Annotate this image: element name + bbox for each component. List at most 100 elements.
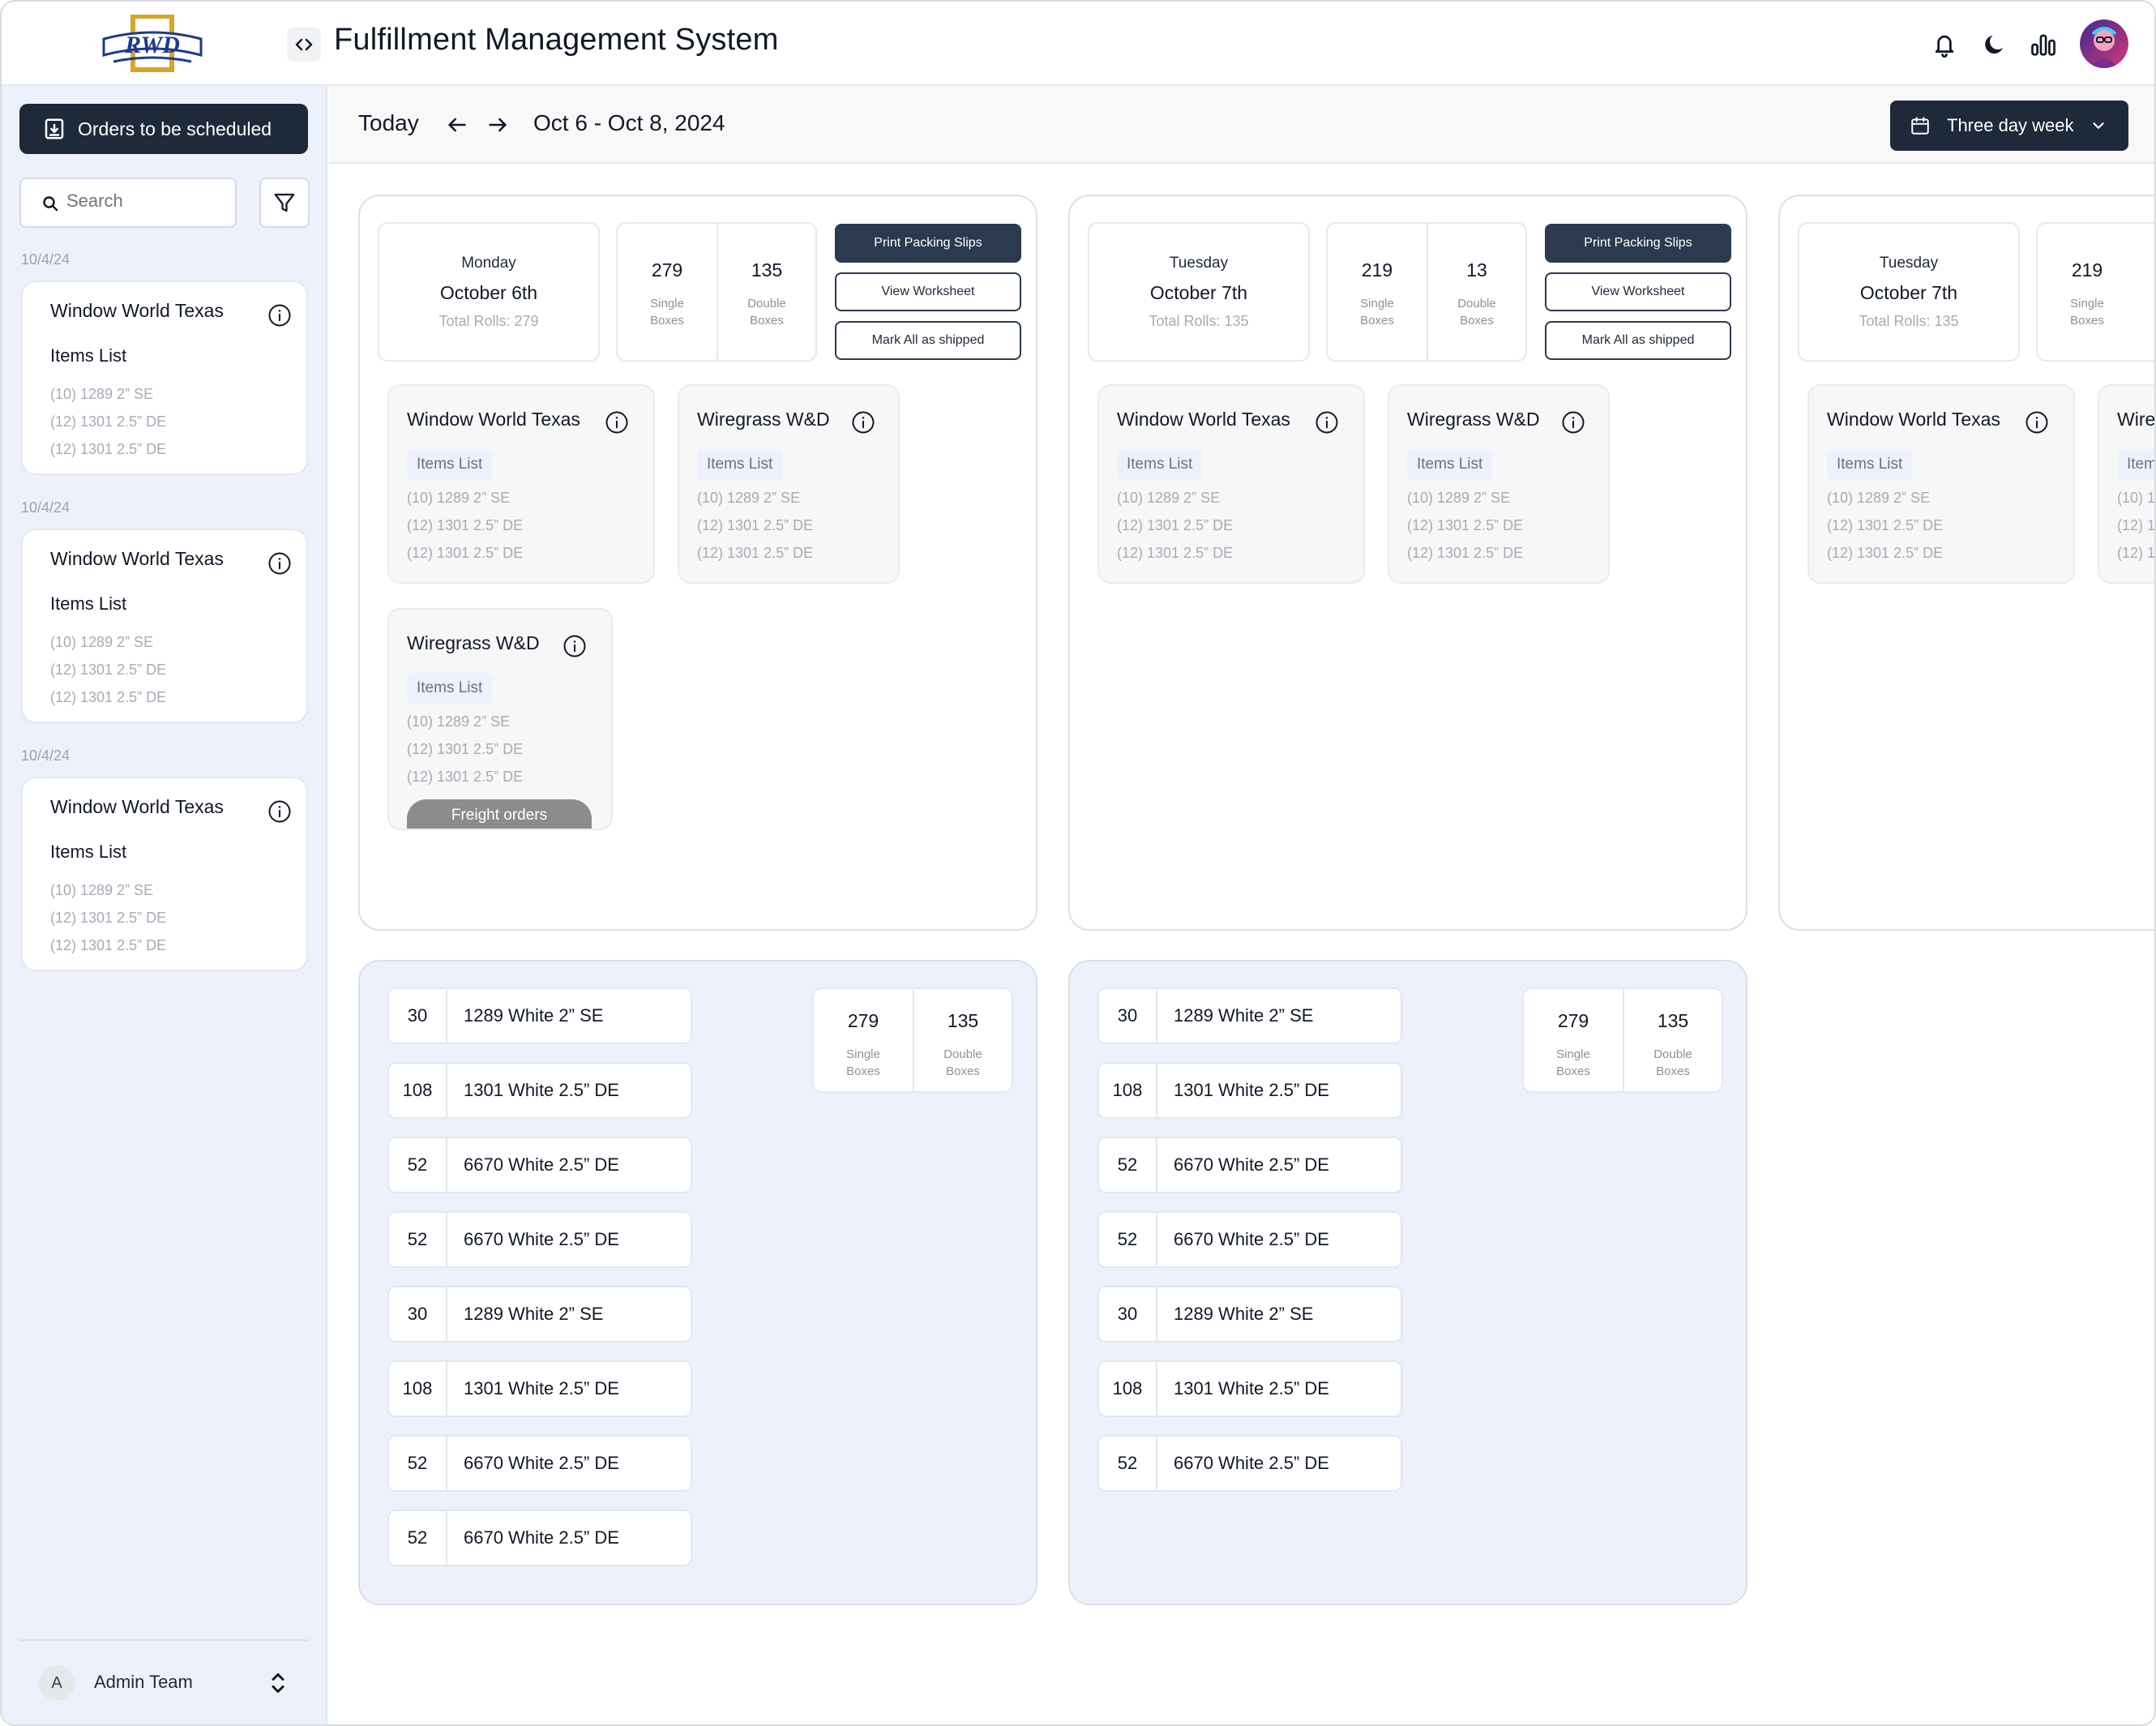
order-item: (12) 1301 2.5” DE (50, 910, 167, 926)
customer-order-card[interactable]: Wiregrass W&D Items List (10) 1289 2” SE… (1388, 384, 1610, 584)
summary-row: 30 1289 White 2” SE (387, 1286, 692, 1343)
search-box[interactable] (19, 178, 237, 228)
customer-name: Window World Texas (1117, 409, 1290, 430)
order-item: (10) 1289 2” SE (50, 634, 154, 650)
summary-qty: 52 (389, 1511, 447, 1565)
orders-to-be-scheduled-label: Orders to be scheduled (78, 118, 272, 139)
summary-qty: 108 (389, 1362, 447, 1415)
single-boxes-count: 279 Single Boxes (618, 224, 717, 360)
info-icon[interactable] (267, 799, 292, 824)
summary-desc: 1301 White 2.5” DE (464, 1378, 619, 1398)
items-list-tag[interactable]: Items List (1117, 449, 1203, 480)
double-boxes-count: 135 Double Boxes (1623, 989, 1722, 1091)
total-rolls: Total Rolls: 135 (1149, 313, 1249, 329)
unscheduled-order-card[interactable]: Window World Texas Items List (10) 1289 … (21, 529, 308, 723)
summary-row: 108 1301 White 2.5” DE (1097, 1360, 1402, 1417)
dark-mode-button[interactable] (1979, 29, 2010, 60)
view-worksheet-button[interactable]: View Worksheet (835, 272, 1021, 311)
customer-order-card[interactable]: Wiregrass W&D Items List (10) 1289 2” SE… (678, 384, 900, 584)
order-item: (10) 1289 2” SE (697, 490, 801, 506)
arrow-right-icon[interactable] (486, 113, 509, 136)
toggle-sidebar-button[interactable] (287, 28, 321, 62)
order-item: (10) 1289 2” SE (1117, 490, 1221, 506)
arrow-left-icon[interactable] (446, 113, 468, 136)
summary-desc: 1301 White 2.5” DE (464, 1080, 619, 1100)
summary-row: 52 6670 White 2.5” DE (1097, 1435, 1402, 1492)
summary-desc: 1289 White 2” SE (464, 1304, 604, 1324)
double-boxes-value: 13 (1466, 259, 1487, 281)
customer-order-card[interactable]: Window World Texas Items List (10) 1289 … (387, 384, 655, 584)
day-date: October 7th (1859, 282, 1958, 303)
analytics-button[interactable] (2028, 29, 2059, 60)
customer-name: Wiregrass W&D (697, 409, 830, 430)
orders-to-be-scheduled-button[interactable]: Orders to be scheduled (19, 104, 308, 154)
print-packing-slips-button[interactable]: Print Packing Slips (1545, 224, 1731, 263)
account-switcher[interactable]: A Admin Team (19, 1639, 308, 1717)
mark-all-shipped-button[interactable]: Mark All as shipped (1545, 321, 1731, 360)
customer-name: Wiregrass W&D (2117, 409, 2156, 430)
order-item: (12) 1301 2.5” DE (407, 517, 524, 533)
items-list-tag[interactable]: Items List (1407, 449, 1493, 480)
summary-row: 30 1289 White 2” SE (1097, 987, 1402, 1044)
order-item: (12) 1301 2.5” DE (50, 413, 167, 430)
summary-qty: 52 (389, 1138, 447, 1192)
info-icon[interactable] (267, 551, 292, 576)
date-range: Oct 6 - Oct 8, 2024 (533, 110, 725, 135)
search-input[interactable] (66, 191, 229, 212)
view-selector-dropdown[interactable]: Three day week (1890, 101, 2128, 151)
notifications-button[interactable] (1929, 29, 1960, 60)
clipboard-download-icon (45, 118, 64, 139)
items-list-tag[interactable]: Items List (2117, 449, 2154, 480)
info-icon[interactable] (1315, 410, 1339, 435)
summary-row: 108 1301 White 2.5” DE (387, 1062, 692, 1119)
unscheduled-order-card[interactable]: Window World Texas Items List (10) 1289 … (21, 281, 308, 475)
rwd-logo[interactable]: RWD (102, 14, 203, 75)
customer-order-card[interactable]: Window World Texas Items List (10) 1289 … (1097, 384, 1365, 584)
order-item: (12) 1301 2.5” DE (1407, 545, 1524, 561)
info-icon[interactable] (851, 410, 875, 435)
summary-qty: 30 (389, 1287, 447, 1341)
user-avatar[interactable] (2080, 19, 2128, 68)
view-worksheet-button[interactable]: View Worksheet (1545, 272, 1731, 311)
single-boxes-count: 219 Single Boxes (1328, 224, 1427, 360)
info-icon[interactable] (1561, 410, 1585, 435)
freight-orders-tab[interactable]: Freight orders (407, 799, 592, 829)
unscheduled-order-card[interactable]: Window World Texas Items List (10) 1289 … (21, 777, 308, 971)
weekday: Monday (461, 255, 516, 272)
customer-order-card[interactable]: Window World Texas Items List (10) 1289 … (1807, 384, 2075, 584)
today-button[interactable]: Today (358, 110, 419, 136)
items-list-tag[interactable]: Items List (1827, 449, 1913, 480)
mark-all-shipped-button[interactable]: Mark All as shipped (835, 321, 1021, 360)
info-icon[interactable] (267, 303, 292, 328)
items-list-tag[interactable]: Items List (407, 449, 493, 480)
summary-desc: 1301 White 2.5” DE (1174, 1378, 1329, 1398)
order-customer-name: Window World Texas (50, 796, 224, 817)
info-icon[interactable] (563, 634, 587, 658)
customer-order-card[interactable]: Wiregrass W&D Items List (10) 1289 2” SE… (2098, 384, 2156, 584)
items-list-tag[interactable]: Items List (697, 449, 783, 480)
order-item: (10) 1289 2” SE (407, 713, 511, 730)
summary-desc: 1301 White 2.5” DE (1174, 1080, 1329, 1100)
summary-desc: 6670 White 2.5” DE (1174, 1154, 1329, 1175)
order-item: (10) 1289 2” SE (50, 386, 154, 402)
order-item: (12) 1301 2.5” DE (1117, 517, 1234, 533)
order-item: (10) 1289 2” SE (407, 490, 511, 506)
day-date: October 6th (439, 282, 538, 303)
items-list-label: Items List (50, 345, 127, 366)
single-boxes-value: 279 (847, 1010, 879, 1031)
info-icon[interactable] (2025, 410, 2049, 435)
filter-button[interactable] (259, 178, 310, 228)
summary-row: 30 1289 White 2” SE (387, 987, 692, 1044)
double-boxes-label: Double Boxes (1457, 297, 1496, 328)
print-packing-slips-button[interactable]: Print Packing Slips (835, 224, 1021, 263)
items-list-tag[interactable]: Items List (407, 673, 493, 704)
day-column-third: Tuesday October 7th Total Rolls: 135 219… (1778, 195, 2156, 931)
day-summary-panel: 30 1289 White 2” SE 108 1301 White 2.5” DE… (1068, 960, 1747, 1605)
info-icon[interactable] (605, 410, 629, 435)
items-list-label: Items List (50, 842, 127, 862)
bar-chart-icon (2031, 34, 2055, 56)
single-boxes-label: Single Boxes (650, 297, 684, 328)
customer-order-card[interactable]: Wiregrass W&D Items List (10) 1289 2” SE… (387, 608, 613, 830)
summary-desc: 1289 White 2” SE (1174, 1304, 1314, 1324)
calendar-icon (1911, 117, 1929, 135)
